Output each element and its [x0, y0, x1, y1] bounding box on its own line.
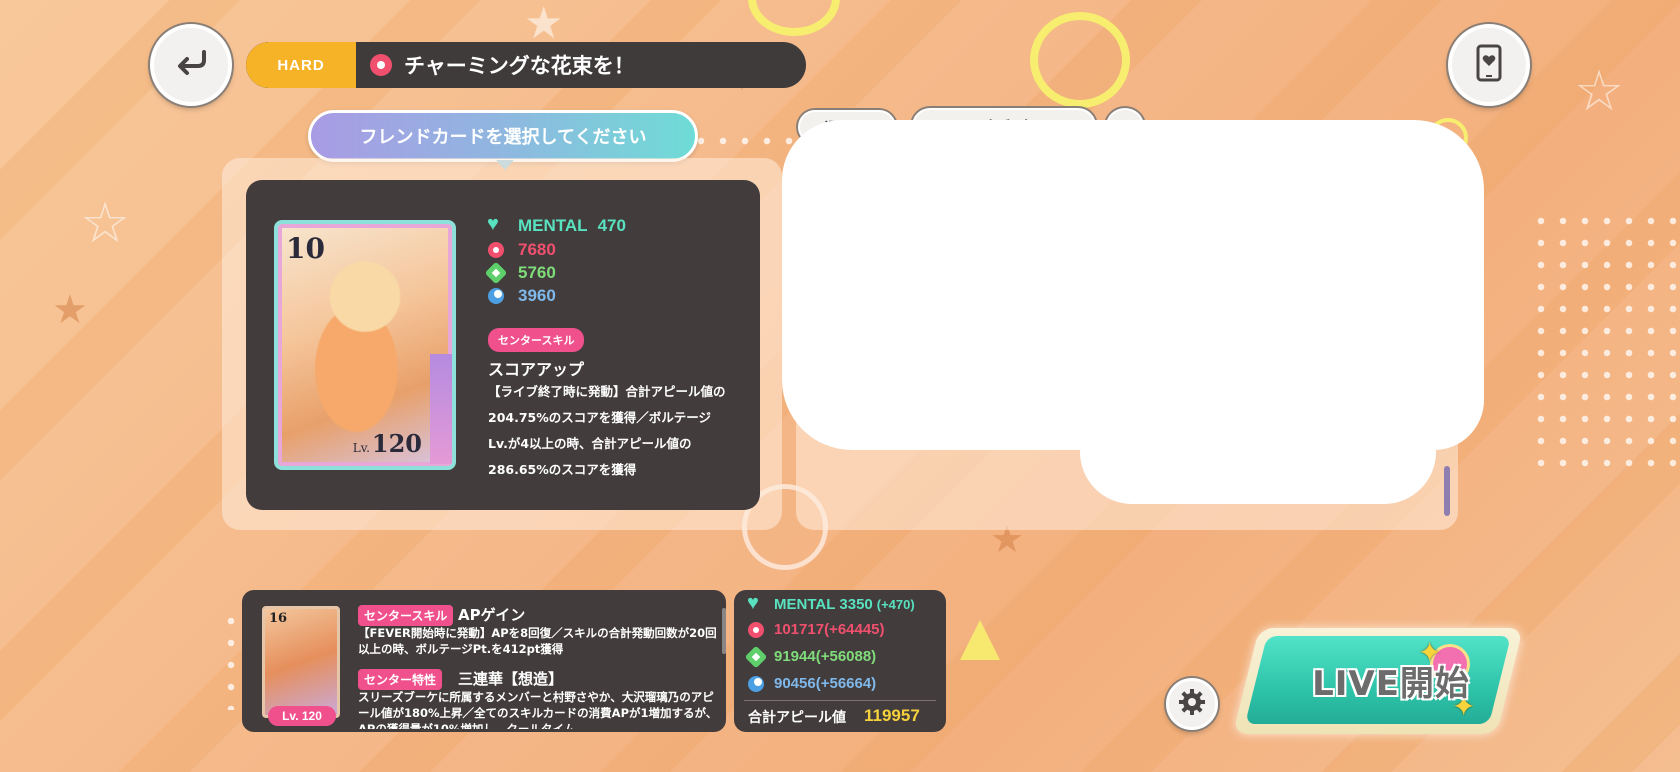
skill-panel-scrollbar[interactable] [722, 608, 726, 654]
center-card-thumbnail[interactable]: 16 [262, 606, 340, 718]
total-mental-bonus: (+470) [876, 597, 915, 612]
cool-value: 3960 [518, 286, 556, 305]
totals-divider [744, 700, 936, 701]
center-card-rarity: 16 [269, 611, 288, 626]
instruction-bubble: フレンドカードを選択してください [308, 110, 698, 162]
skill-description: 【ライブ終了時に発動】合計アピール値の 204.75%のスコアを獲得／ボルテージ… [488, 384, 726, 477]
smile-icon [488, 242, 504, 258]
decor-dots [1530, 210, 1680, 470]
decor-star: ☆ [80, 191, 131, 256]
pure-icon [484, 261, 508, 285]
difficulty-badge: HARD [246, 42, 356, 88]
mental-heart-icon [747, 592, 764, 615]
decor-ring [748, 0, 840, 36]
total-cool-bonus: (+56664) [815, 675, 877, 692]
pure-value: 5760 [518, 263, 556, 282]
center-trait-badge: センター特性 [358, 669, 443, 690]
total-pure-bonus: (+56088) [815, 648, 877, 665]
cool-icon [748, 675, 764, 692]
mental-heart-icon [487, 213, 504, 236]
decor-dots [690, 130, 800, 160]
smile-icon [748, 621, 764, 638]
total-pure-value: 91944 [774, 648, 816, 665]
friend-smile-row: 7680 [488, 240, 556, 260]
friend-card-art[interactable]: 10 Lv.120 [274, 220, 456, 470]
center-skill-badge: センタースキル [488, 328, 585, 352]
total-smile-row: 101717 (+64445) [748, 621, 885, 638]
total-mental-value: 3350 [839, 596, 873, 613]
skill-name: スコアアップ [488, 360, 585, 379]
friend-list-scrollbar[interactable] [1444, 466, 1450, 516]
song-title-text: チャーミングな花束を！ [404, 54, 635, 78]
total-mental-row: MENTAL 3350 (+470) [747, 592, 915, 615]
card-level: Lv.120 [352, 429, 422, 458]
decor-ring [1030, 12, 1130, 108]
center-skill-desc: 【FEVER開始時に発動】APを8回復／スキルの合計発動回数が20回以上の時、ボ… [358, 626, 717, 656]
mental-label: MENTAL [518, 216, 588, 235]
song-title: チャーミングな花束を！ [370, 50, 635, 80]
card-notes-strip [430, 354, 452, 464]
friend-pure-row: 5760 [484, 261, 556, 285]
center-card-level: Lv. 120 [268, 706, 336, 726]
phone-heart-icon [1476, 44, 1502, 86]
center-trait-desc: スリーズブーケに所属するメンバーと村野さやか、大沢瑠璃乃のアピール値が180%上… [358, 690, 718, 729]
total-mental-label: MENTAL [774, 596, 836, 613]
total-appeal-value: 119957 [864, 706, 920, 725]
decor-star: ☆ [1574, 59, 1625, 124]
settings-button[interactable] [1166, 678, 1218, 730]
total-smile-value: 101717 [774, 621, 825, 638]
center-skill-title: APゲイン [458, 606, 526, 624]
song-title-bar: HARD チャーミングな花束を！ [246, 42, 806, 88]
phone-menu-button[interactable] [1448, 24, 1530, 106]
decor-dots [220, 610, 242, 710]
friend-cool-row: 3960 [488, 286, 556, 306]
card-rarity: 10 [286, 232, 325, 265]
total-cool-value: 90456 [774, 675, 816, 692]
friend-mental-row: MENTAL 470 [487, 213, 626, 236]
decor-star: ★ [52, 287, 88, 333]
cool-icon [488, 288, 504, 304]
total-smile-bonus: (+64445) [824, 621, 885, 638]
smile-attribute-icon [370, 54, 392, 76]
redacted-friend-list-extension [1080, 400, 1436, 504]
total-pure-row: 91944 (+56088) [744, 645, 877, 668]
back-button[interactable] [150, 24, 232, 106]
total-cool-row: 90456 (+56664) [748, 675, 876, 692]
smile-value: 7680 [518, 240, 556, 259]
decor-triangle [960, 620, 1000, 660]
mental-value: 470 [597, 216, 626, 235]
total-appeal-label: 合計アピール値 [748, 710, 846, 726]
gear-icon [1178, 688, 1206, 720]
live-start-label[interactable]: LIVE開始 [1296, 656, 1486, 705]
pure-icon [744, 645, 768, 668]
center-trait-title: 三連華【想造】 [458, 670, 564, 688]
center-skill-badge-bottom: センタースキル [358, 605, 454, 626]
back-arrow-icon [174, 50, 208, 80]
decor-star: ★ [524, 0, 564, 49]
